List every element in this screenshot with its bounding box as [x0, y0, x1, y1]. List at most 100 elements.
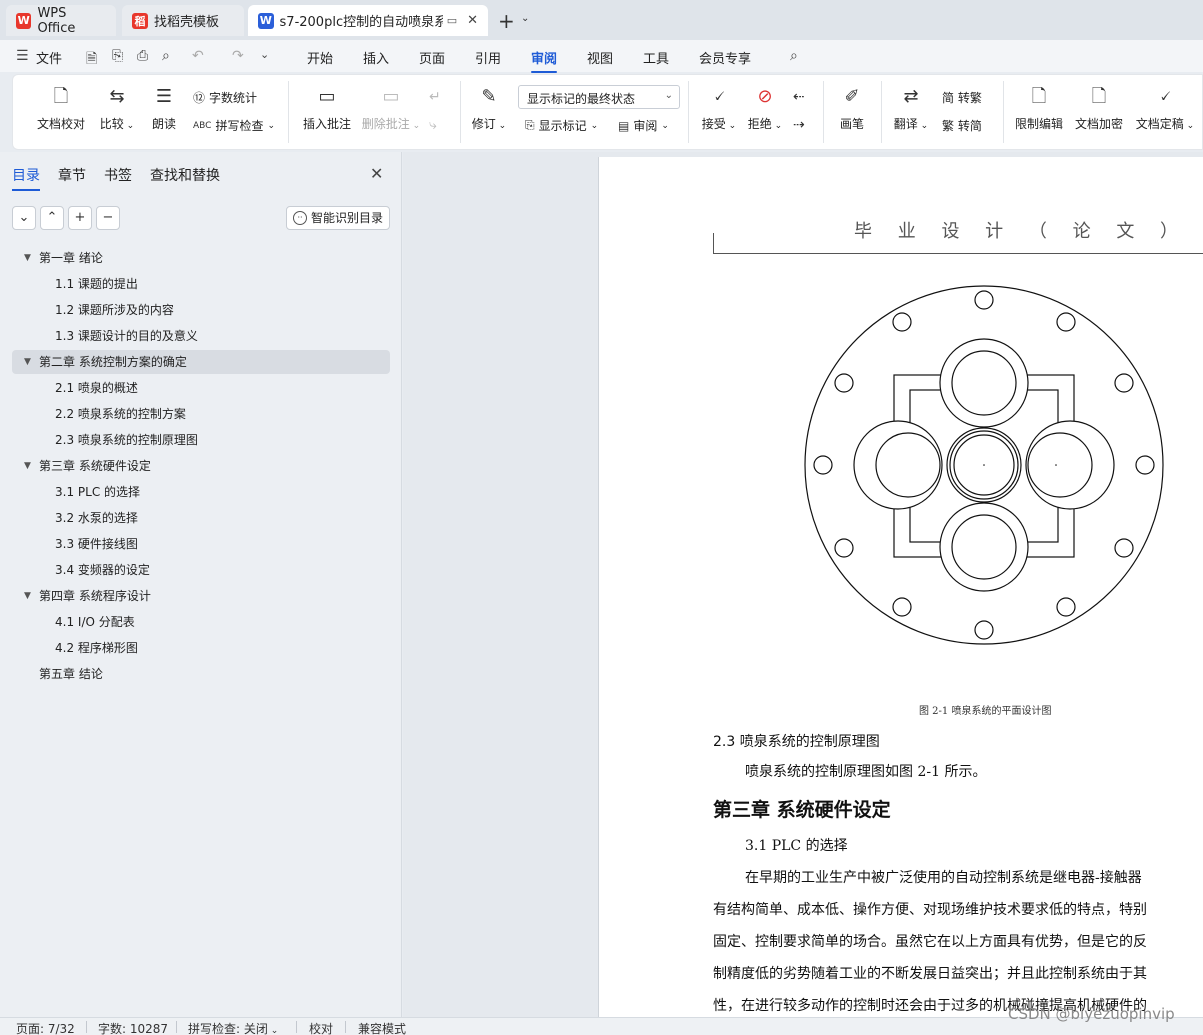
tab-list-chevron-icon[interactable]: ⌄ [521, 13, 529, 24]
menu-start[interactable]: 开始 [307, 48, 333, 67]
tab-wps-office[interactable]: W WPS Office [6, 5, 116, 36]
menu-insert[interactable]: 插入 [363, 48, 389, 67]
ribbon-separator [881, 81, 882, 143]
toc-item[interactable]: 1.2 课题所涉及的内容 [55, 298, 174, 322]
delete-comment-button[interactable]: ▭ 删除批注 ⌄ [359, 85, 423, 132]
ribbon-separator [460, 81, 461, 143]
spell-check-button[interactable]: ABC 拼写检查 ⌄ [193, 117, 275, 134]
navigation-pane: 目录 章节 书签 查找和替换 ✕ ⌄ ⌃ + − ·· 智能识别目录 ▼ 第一章… [0, 152, 402, 1017]
next-comment-icon[interactable]: ⤷ [429, 117, 437, 133]
prev-change-icon[interactable]: ⇠ [793, 89, 805, 105]
toc-item[interactable]: 2.3 喷泉系统的控制原理图 [55, 428, 198, 452]
toc-item[interactable]: 4.2 程序梯形图 [55, 636, 138, 660]
print-preview-icon[interactable]: ⌕ [162, 48, 170, 64]
tab-templates[interactable]: 稻 找稻壳模板 [122, 5, 244, 36]
proofread-button[interactable]: 🗋 文档校对 [29, 85, 93, 132]
template-logo-icon: 稻 [132, 12, 148, 29]
toc-item-selected[interactable]: ▼ 第二章 系统控制方案的确定 [12, 350, 390, 374]
save-icon[interactable]: 🗎 [86, 48, 97, 72]
share-icon[interactable]: ⎘ [112, 48, 123, 64]
close-pane-icon[interactable]: ✕ [370, 164, 383, 183]
toc-item-label: 3.1 PLC 的选择 [55, 485, 141, 499]
insert-comment-button[interactable]: ▭ 插入批注 [299, 85, 355, 132]
paragraph: 喷泉系统的控制原理图如图 2-1 所示。 [745, 764, 987, 780]
toc-item[interactable]: 3.3 硬件接线图 [55, 532, 138, 556]
toc-item[interactable]: 2.2 喷泉系统的控制方案 [55, 402, 186, 426]
undo-icon[interactable]: ↶ [192, 48, 204, 64]
smart-toc-button[interactable]: ·· 智能识别目录 [286, 206, 390, 230]
menu-file[interactable]: 文件 [36, 48, 62, 67]
bolt-hole [892, 597, 912, 617]
finalize-label: 文档定稿 [1135, 117, 1184, 131]
menu-review[interactable]: 审阅 [531, 48, 558, 73]
toc-item[interactable]: ▼ 第四章 系统程序设计 [12, 584, 390, 608]
finalize-button[interactable]: 🗸 文档定稿 ⌄ [1133, 85, 1197, 132]
hamburger-icon[interactable]: ☰ [16, 48, 29, 64]
toc-item[interactable]: 1.3 课题设计的目的及意义 [55, 324, 198, 348]
translate-button[interactable]: ⇄ 翻译 ⌄ [891, 85, 931, 132]
remove-heading-button[interactable]: − [96, 206, 120, 230]
toc-item[interactable]: 4.1 I/O 分配表 [55, 610, 135, 634]
next-change-icon[interactable]: ⇢ [793, 117, 805, 133]
expand-down-button[interactable]: ⌄ [12, 206, 36, 230]
track-changes-icon: ✎ [481, 86, 497, 107]
restrict-edit-button[interactable]: 🗋 限制编辑 [1013, 85, 1065, 132]
toc-item[interactable]: 3.1 PLC 的选择 [55, 480, 140, 504]
word-count-indicator[interactable]: 字数: 10287 [98, 1020, 168, 1035]
close-tab-icon[interactable]: ✕ [467, 13, 478, 28]
tab-sections[interactable]: 章节 [58, 165, 86, 185]
toc-item[interactable]: 3.2 水泵的选择 [55, 506, 138, 530]
document-page[interactable]: 毕 业 设 计 （ 论 文 ） 说 明 书 [598, 157, 1203, 1017]
compare-button[interactable]: ⇆ 比较 ⌄ [97, 85, 137, 132]
toc-item[interactable]: 3.4 变频器的设定 [55, 558, 150, 582]
to-simplified-button[interactable]: 繁 转简 [942, 117, 982, 134]
expand-triangle-icon[interactable]: ▼ [24, 454, 31, 478]
display-state-select[interactable]: 显示标记的最终状态 ⌄ [518, 85, 680, 109]
more-quick-icon[interactable]: ⌄ [260, 48, 269, 61]
add-heading-button[interactable]: + [68, 206, 92, 230]
show-markup-button[interactable]: ⎘ 显示标记 ⌄ [525, 117, 598, 134]
spell-check-indicator[interactable]: 拼写检查: 关闭 ⌄ [188, 1020, 278, 1035]
menu-view[interactable]: 视图 [587, 48, 613, 67]
prev-comment-icon[interactable]: ↵ [429, 89, 441, 105]
document-area[interactable]: 毕 业 设 计 （ 论 文 ） 说 明 书 [403, 152, 1203, 1017]
toc-item[interactable]: ▼ 第一章 绪论 [12, 246, 390, 270]
expand-triangle-icon[interactable]: ▼ [24, 584, 31, 608]
new-tab-icon[interactable]: + [498, 9, 515, 33]
menu-tools[interactable]: 工具 [643, 48, 669, 67]
read-aloud-button[interactable]: ☰ 朗读 [147, 85, 181, 132]
print-icon[interactable]: ⎙ [137, 48, 148, 64]
expand-triangle-icon[interactable]: ▼ [24, 350, 31, 374]
accept-button[interactable]: 🗸 接受 ⌄ [699, 85, 739, 132]
redo-icon[interactable]: ↷ [232, 48, 244, 64]
track-changes-button[interactable]: ✎ 修订 ⌄ [469, 85, 509, 132]
tab-bookmarks[interactable]: 书签 [104, 165, 132, 185]
tab-document-label: s7-200plc控制的自动喷泉系统 [279, 15, 443, 30]
menu-reference[interactable]: 引用 [475, 48, 501, 67]
toc-item[interactable]: 第五章 结论 [12, 662, 390, 686]
tab-templates-label: 找稻壳模板 [154, 15, 220, 30]
ribbon-separator [1003, 81, 1004, 143]
word-count-button[interactable]: ⑫ 字数统计 [193, 89, 257, 106]
tab-find-replace[interactable]: 查找和替换 [150, 165, 220, 185]
tab-toc[interactable]: 目录 [12, 165, 40, 191]
page-indicator[interactable]: 页面: 7/32 [16, 1020, 75, 1035]
expand-triangle-icon[interactable]: ▼ [24, 246, 31, 270]
toc-item-label: 1.3 课题设计的目的及意义 [55, 329, 198, 343]
proof-indicator[interactable]: 校对 [309, 1020, 333, 1035]
toc-item[interactable]: ▼ 第三章 系统硬件设定 [12, 454, 390, 478]
tab-document[interactable]: W s7-200plc控制的自动喷泉系统 ▭ ✕ [248, 5, 488, 36]
pen-button[interactable]: ✐ 画笔 [835, 85, 869, 132]
search-icon[interactable]: ⌕ [790, 48, 798, 64]
menu-member[interactable]: 会员专享 [699, 48, 751, 67]
encrypt-button[interactable]: 🗋 文档加密 [1073, 85, 1125, 132]
menu-page[interactable]: 页面 [419, 48, 445, 67]
to-traditional-button[interactable]: 简 转繁 [942, 89, 982, 106]
toc-item[interactable]: 2.1 喷泉的概述 [55, 376, 138, 400]
monitor-icon[interactable]: ▭ [447, 14, 457, 27]
reject-button[interactable]: ⊘ 拒绝 ⌄ [745, 85, 785, 132]
toc-item[interactable]: 1.1 课题的提出 [55, 272, 138, 296]
collapse-up-button[interactable]: ⌃ [40, 206, 64, 230]
word-count-label: 字数统计 [209, 91, 258, 105]
review-pane-button[interactable]: ▤ 审阅 ⌄ [618, 117, 669, 134]
